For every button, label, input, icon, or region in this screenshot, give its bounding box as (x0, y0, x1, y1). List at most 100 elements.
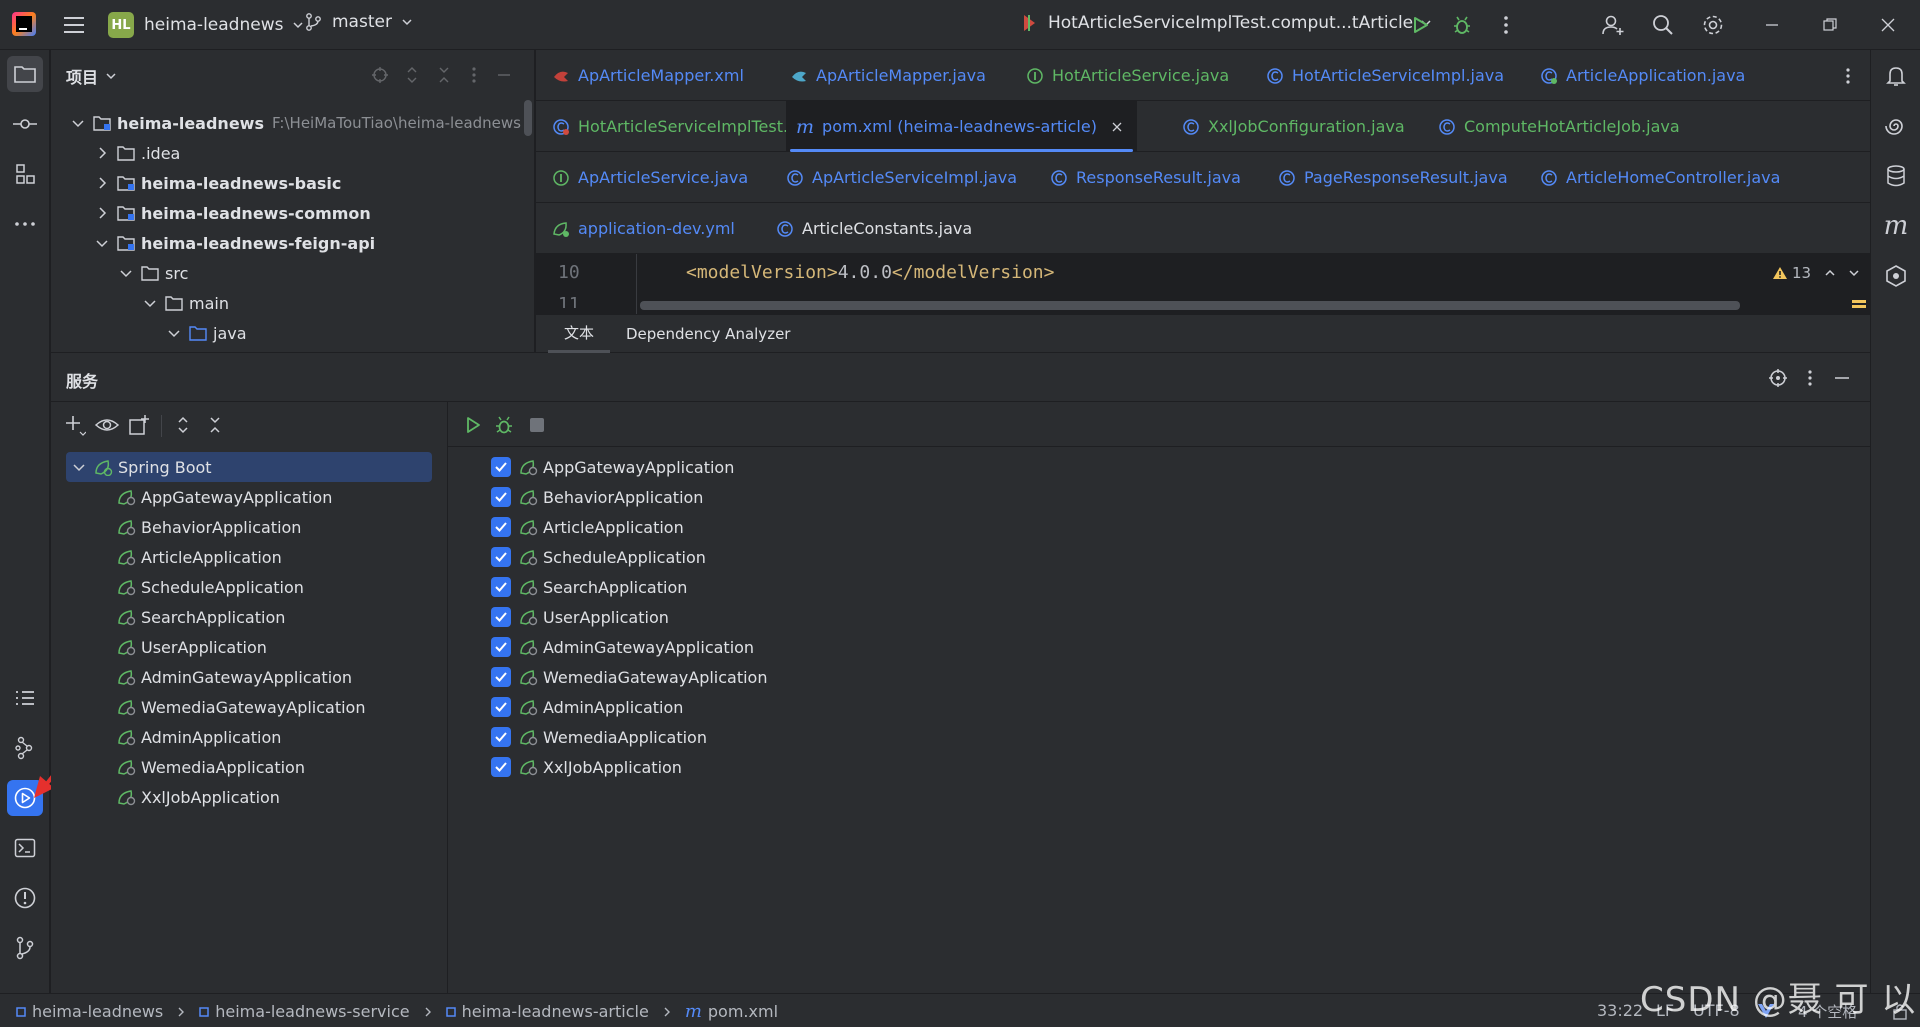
services-options-icon[interactable] (1799, 367, 1821, 389)
add-service-icon[interactable] (63, 413, 87, 437)
tree-item-basic[interactable]: heima-leadnews-basic (95, 169, 341, 197)
project-panel-header[interactable]: 项目 (66, 64, 118, 88)
service-checkbox[interactable] (491, 697, 511, 717)
search-icon[interactable] (1650, 12, 1676, 38)
service-checkbox[interactable] (491, 637, 511, 657)
service-checkbox-row[interactable]: XxlJobApplication (491, 752, 682, 782)
service-checkbox[interactable] (491, 457, 511, 477)
tab-aparticleserviceimpl-java[interactable]: ApArticleServiceImpl.java (786, 152, 1017, 203)
tab-computehotarticlejob-java[interactable]: ComputeHotArticleJob.java (1438, 101, 1680, 152)
expand-all-icon[interactable] (401, 64, 423, 86)
close-tab-icon[interactable] (1111, 121, 1123, 133)
tab-apartiglemapper-xml[interactable]: ApArticleMapper.xml (552, 50, 744, 101)
restore-window-icon[interactable] (1818, 14, 1842, 36)
service-checkbox[interactable] (491, 727, 511, 747)
service-checkbox-row[interactable]: UserApplication (491, 602, 669, 632)
more-tools-button[interactable] (7, 206, 43, 242)
problems-tool-button[interactable] (7, 880, 43, 916)
project-options-icon[interactable] (463, 64, 485, 86)
tree-item-main[interactable]: main (143, 289, 229, 317)
git-tool-button[interactable] (7, 930, 43, 966)
service-tree-item[interactable]: SearchApplication (117, 602, 285, 632)
service-checkbox-row[interactable]: WemediaGatewayAplication (491, 662, 767, 692)
service-checkbox[interactable] (491, 517, 511, 537)
service-tree-item[interactable]: AdminApplication (117, 722, 281, 752)
hide-panel-icon[interactable] (1831, 367, 1853, 389)
service-checkbox-row[interactable]: BehaviorApplication (491, 482, 703, 512)
debug-selected-icon[interactable] (492, 413, 516, 437)
close-window-icon[interactable] (1876, 14, 1900, 36)
main-menu-icon[interactable] (62, 14, 86, 36)
service-checkbox-row[interactable]: ArticleApplication (491, 512, 684, 542)
view-options-eye-icon[interactable] (95, 413, 119, 437)
tab-aparticlemapper-java[interactable]: ApArticleMapper.java (790, 50, 986, 101)
chevron-down-icon[interactable] (1847, 266, 1861, 280)
service-checkbox-row[interactable]: WemediaApplication (491, 722, 707, 752)
service-tree-item[interactable]: BehaviorApplication (117, 512, 301, 542)
expand-all-icon[interactable] (171, 413, 195, 437)
tab-aparticleservice-java[interactable]: ApArticleService.java (552, 152, 748, 203)
settings-gear-icon[interactable] (1700, 12, 1726, 38)
tab-articleapplication-java[interactable]: ArticleApplication.java (1540, 50, 1745, 101)
service-checkbox[interactable] (491, 757, 511, 777)
service-checkbox-row[interactable]: ScheduleApplication (491, 542, 706, 572)
service-checkbox[interactable] (491, 667, 511, 687)
service-tree-item[interactable]: AppGatewayApplication (117, 482, 332, 512)
new-group-icon[interactable] (127, 413, 151, 437)
project-tool-button[interactable] (7, 56, 43, 92)
service-tree-item[interactable]: UserApplication (117, 632, 267, 662)
tab-hotarticleserviceimpl-java[interactable]: HotArticleServiceImpl.java (1266, 50, 1504, 101)
tab-articlehomecontroller-java[interactable]: ArticleHomeController.java (1540, 152, 1780, 203)
project-selector[interactable]: HL heima-leadnews (108, 12, 305, 38)
tab-xxljobconfiguration-java[interactable]: XxlJobConfiguration.java (1182, 101, 1405, 152)
tree-item-feign-api[interactable]: heima-leadnews-feign-api (95, 229, 375, 257)
crumb-service[interactable]: heima-leadnews-service (215, 1002, 409, 1021)
service-checkbox[interactable] (491, 547, 511, 567)
tab-pageresponseresult-java[interactable]: PageResponseResult.java (1278, 152, 1508, 203)
database-button[interactable] (1878, 158, 1914, 194)
tree-root[interactable]: heima-leadnews F:\HeiMaTouTiao\heima-lea… (71, 109, 521, 137)
tree-item-java[interactable]: java (167, 319, 247, 347)
chevron-up-icon[interactable] (1823, 266, 1837, 280)
collapse-all-icon[interactable] (433, 64, 455, 86)
crumb-project[interactable]: heima-leadnews (32, 1002, 163, 1021)
tab-application-dev-yml[interactable]: application-dev.yml (552, 203, 735, 254)
maven-button[interactable]: m (1878, 208, 1914, 244)
service-tree-item[interactable]: ScheduleApplication (117, 572, 304, 602)
tab-dependency-analyzer[interactable]: Dependency Analyzer (626, 315, 790, 353)
tree-item-src[interactable]: src (119, 259, 188, 287)
tree-item-common[interactable]: heima-leadnews-common (95, 199, 371, 227)
service-tree-item[interactable]: XxlJobApplication (117, 782, 280, 812)
service-checkbox-row[interactable]: AdminApplication (491, 692, 683, 722)
hide-panel-icon[interactable] (493, 64, 515, 86)
error-stripe-marker[interactable] (1852, 305, 1866, 308)
service-checkbox[interactable] (491, 607, 511, 627)
ai-assistant-button[interactable] (1878, 108, 1914, 144)
service-tree-item[interactable]: WemediaApplication (117, 752, 305, 782)
collapse-all-icon[interactable] (203, 413, 227, 437)
crumb-file[interactable]: pom.xml (708, 1002, 778, 1021)
service-tree-item[interactable]: AdminGatewayApplication (117, 662, 352, 692)
tab-pom-xml[interactable]: m pom.xml (heima-leadnews-article) (786, 101, 1137, 152)
crumb-article[interactable]: heima-leadnews-article (462, 1002, 649, 1021)
service-checkbox-row[interactable]: SearchApplication (491, 572, 687, 602)
branch-selector[interactable]: master (304, 12, 414, 32)
tab-options-icon[interactable] (1838, 66, 1858, 86)
tree-item-idea[interactable]: .idea (95, 139, 180, 167)
project-scrollbar[interactable] (524, 100, 532, 136)
tab-hotarticleservice-java[interactable]: HotArticleService.java (1026, 50, 1229, 101)
tab-text[interactable]: 文本 (548, 315, 610, 353)
run-config-selector[interactable]: HotArticleServiceImplTest.comput...tArti… (1018, 12, 1433, 34)
minimize-window-icon[interactable] (1760, 14, 1784, 36)
code-line[interactable]: <modelVersion>4.0.0</modelVersion> (686, 262, 1054, 283)
spring-boot-group[interactable]: Spring Boot (66, 452, 432, 482)
structure-tool-button[interactable] (7, 156, 43, 192)
debug-icon[interactable] (1450, 13, 1474, 37)
caret-position[interactable]: 33:22 (1597, 1001, 1643, 1020)
stop-selected-icon[interactable] (525, 413, 549, 437)
app-logo-icon[interactable] (12, 12, 36, 36)
service-tree-item[interactable]: WemediaGatewayAplication (117, 692, 365, 722)
run-icon[interactable] (1408, 13, 1432, 37)
inspection-widget[interactable]: 13 (1772, 264, 1861, 282)
service-tree-item[interactable]: ArticleApplication (117, 542, 282, 572)
